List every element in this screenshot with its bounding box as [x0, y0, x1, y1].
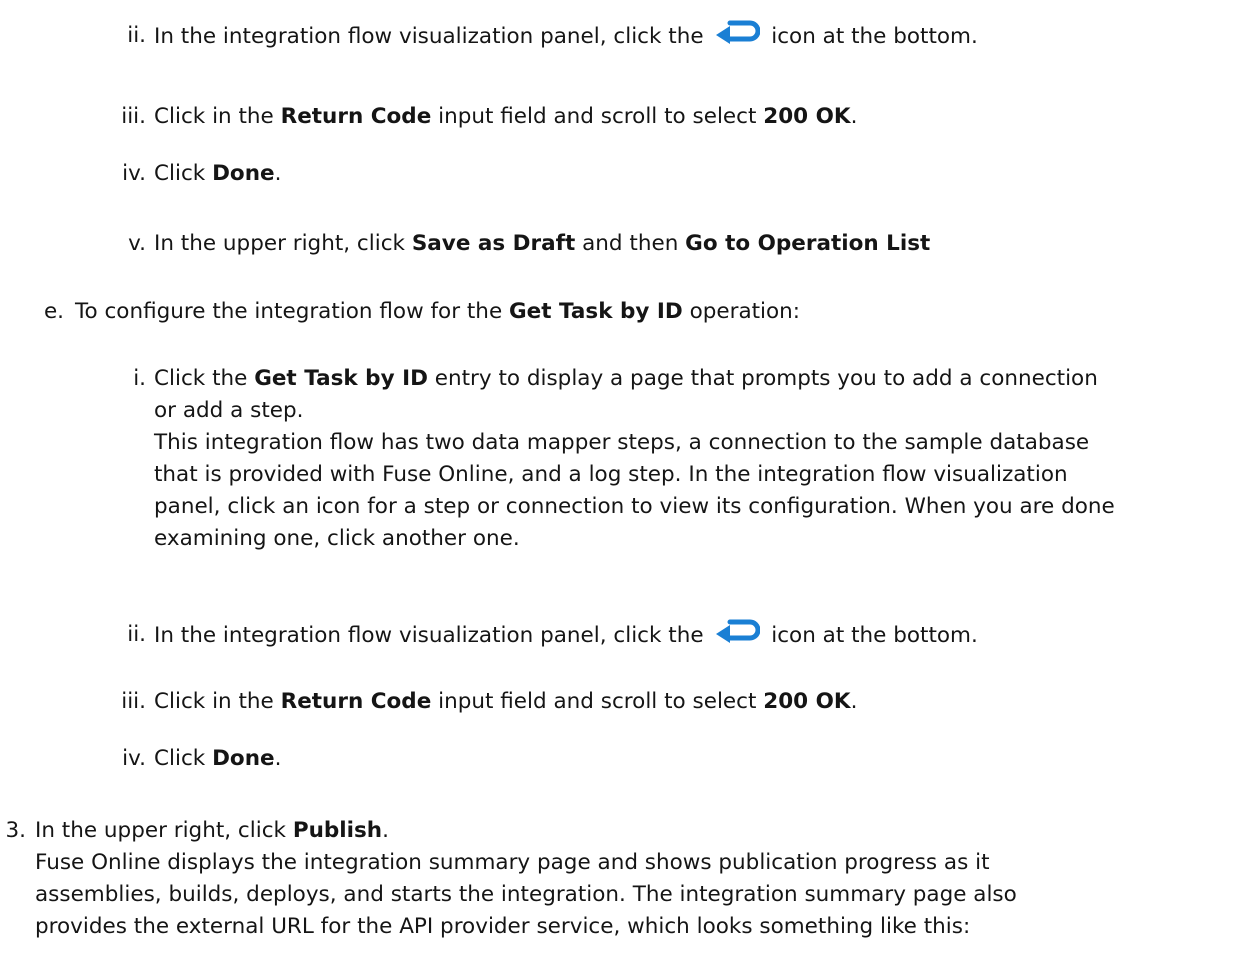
step-iii-b: iii. Click in the Return Code input fiel…: [112, 686, 857, 718]
paragraph-line: provides the external URL for the API pr…: [35, 914, 971, 939]
paragraph-line: examining one, click another one.: [154, 526, 520, 551]
step-text: operation:: [689, 299, 801, 324]
return-arrow-icon: [712, 20, 760, 46]
list-marker: 3.: [5, 818, 26, 843]
paragraph-line: This integration flow has two data mappe…: [154, 430, 1090, 455]
ui-label-done: Done: [212, 746, 275, 771]
step-text: Click the: [154, 366, 248, 391]
step-i-b: i. Click the Get Task by ID entry to dis…: [112, 363, 1115, 555]
step-text: In the upper right, click: [154, 231, 405, 256]
step-text: In the integration flow visualization pa…: [154, 623, 704, 648]
step-text: entry to display a page that prompts you…: [434, 366, 1098, 391]
step-text: and then: [582, 231, 679, 256]
step-text: input field and scroll to select: [438, 689, 757, 714]
step-iv-a: iv. Click Done.: [112, 158, 281, 190]
ui-label-go-to-operation-list: Go to Operation List: [685, 231, 931, 256]
step-text: Click in the: [154, 689, 274, 714]
ui-label-return-code: Return Code: [280, 689, 432, 714]
step-text: In the upper right, click: [35, 818, 286, 843]
step-text: To configure the integration flow for th…: [75, 299, 503, 324]
ui-label-done: Done: [212, 161, 275, 186]
document-body: ii. In the integration flow visualizatio…: [0, 0, 1254, 964]
ui-label-publish: Publish: [292, 818, 383, 843]
list-marker: iii.: [121, 104, 146, 129]
step-text: In the integration flow visualization pa…: [154, 24, 704, 49]
step-text: Click: [154, 161, 206, 186]
step-ii-b: ii. In the integration flow visualizatio…: [112, 619, 978, 652]
list-marker: e.: [43, 299, 64, 324]
step-text: Click: [154, 746, 206, 771]
list-marker: iii.: [121, 689, 146, 714]
step-iv-b: iv. Click Done.: [112, 743, 281, 775]
step-text: input field and scroll to select: [438, 104, 757, 129]
paragraph-line: that is provided with Fuse Online, and a…: [154, 462, 1068, 487]
step-text: icon at the bottom.: [771, 623, 978, 648]
list-marker: ii.: [127, 622, 146, 647]
return-arrow-icon: [712, 619, 760, 645]
ui-label-return-code: Return Code: [280, 104, 432, 129]
step-e: e. To configure the integration flow for…: [40, 296, 800, 328]
step-v: v. In the upper right, click Save as Dra…: [112, 228, 930, 260]
ui-label-200-ok: 200 OK: [763, 104, 851, 129]
step-iii-a: iii. Click in the Return Code input fiel…: [112, 101, 857, 133]
paragraph-line: panel, click an icon for a step or conne…: [154, 494, 1115, 519]
list-marker: ii.: [127, 23, 146, 48]
list-marker: iv.: [122, 746, 146, 771]
step-text: Click in the: [154, 104, 274, 129]
paragraph-line: assemblies, builds, deploys, and starts …: [35, 882, 1017, 907]
list-marker: i.: [133, 366, 146, 391]
ui-label-get-task-by-id: Get Task by ID: [254, 366, 428, 391]
paragraph-line: Fuse Online displays the integration sum…: [35, 850, 990, 875]
ui-label-save-as-draft: Save as Draft: [411, 231, 576, 256]
step-text: icon at the bottom.: [771, 24, 978, 49]
step-ii-a: ii. In the integration flow visualizatio…: [112, 20, 978, 53]
ui-label-200-ok: 200 OK: [763, 689, 851, 714]
list-marker: v.: [128, 231, 146, 256]
step-text: or add a step.: [154, 398, 304, 423]
list-marker: iv.: [122, 161, 146, 186]
ui-label-get-task-by-id: Get Task by ID: [509, 299, 683, 324]
step-3: 3. In the upper right, click Publish. Fu…: [0, 815, 1017, 943]
